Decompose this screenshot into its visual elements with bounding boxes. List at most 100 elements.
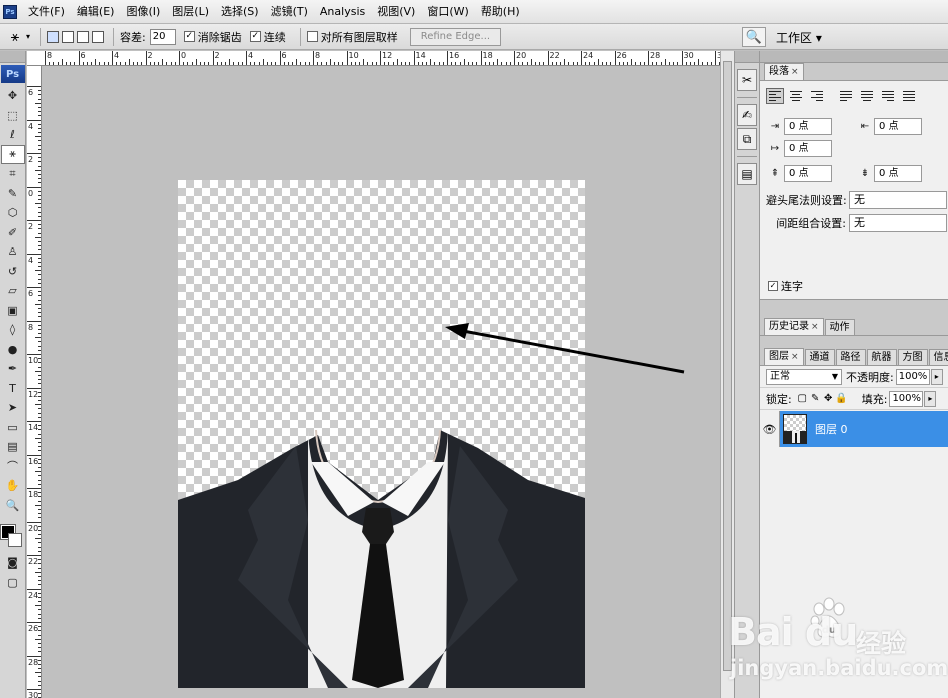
- panel-grip[interactable]: [760, 51, 948, 63]
- fill-slider-button[interactable]: ▸: [924, 390, 937, 407]
- magic-wand-tool-icon[interactable]: ⚹: [0, 144, 25, 164]
- align-center-button[interactable]: [787, 88, 805, 104]
- character-panel-icon[interactable]: ▤: [737, 163, 757, 185]
- crop-tool-icon[interactable]: ⌗: [1, 164, 25, 184]
- tab-channels[interactable]: 通道: [804, 349, 835, 365]
- lasso-tool-icon[interactable]: ℓ: [1, 125, 25, 145]
- clone-stamp-icon[interactable]: ♙: [1, 242, 25, 262]
- align-right-button[interactable]: [808, 88, 826, 104]
- hand-tool-icon[interactable]: ✋: [1, 476, 25, 496]
- kinsoku-select[interactable]: 无: [849, 191, 947, 209]
- vertical-ruler[interactable]: 6 4 2 0 2 4 6 8 10 12 14 16 18 20 22 24 26 28 30: [27, 66, 42, 698]
- brush-tool-icon[interactable]: ✐: [1, 223, 25, 243]
- bridge-icon[interactable]: 🔍: [742, 27, 766, 47]
- history-brush-icon[interactable]: ↺: [1, 262, 25, 282]
- justify-center-button[interactable]: [858, 88, 876, 104]
- panel-grip[interactable]: [0, 51, 25, 63]
- menu-item[interactable]: 编辑(E): [71, 0, 121, 24]
- align-left-button[interactable]: [766, 88, 784, 104]
- close-icon[interactable]: ×: [811, 322, 819, 332]
- canvas-workspace[interactable]: [43, 66, 720, 698]
- brushes-icon[interactable]: ✍: [737, 104, 757, 126]
- horizontal-ruler[interactable]: 864202468101214161820222426283032: [27, 51, 720, 66]
- shape-tool-icon[interactable]: ▭: [1, 418, 25, 438]
- menu-item[interactable]: Analysis: [314, 0, 371, 24]
- color-swatches[interactable]: [0, 515, 25, 553]
- mojikumi-select[interactable]: 无: [849, 214, 947, 232]
- tool-presets-icon[interactable]: ✂: [737, 69, 757, 91]
- eye-icon[interactable]: 👁: [760, 411, 780, 447]
- tolerance-input[interactable]: 20: [149, 28, 176, 45]
- dodge-tool-icon[interactable]: ●: [1, 340, 25, 360]
- scrollbar-thumb[interactable]: [723, 61, 732, 671]
- quick-mask-icon[interactable]: ◙: [1, 553, 25, 573]
- layer-name[interactable]: 图层 0: [815, 421, 848, 437]
- hyphenate-checkbox[interactable]: ✓ 连字: [768, 278, 803, 294]
- eyedropper-3d-icon[interactable]: ⌒: [1, 457, 25, 477]
- lock-pixels-icon[interactable]: ✎: [809, 393, 822, 404]
- magic-wand-tool-preset-icon[interactable]: ⚹: [4, 27, 26, 47]
- contiguous-checkbox[interactable]: ✓ 连续: [249, 29, 286, 45]
- tab-paragraph[interactable]: 段落 ×: [764, 63, 804, 80]
- preset-dropdown-icon[interactable]: ▾: [26, 32, 30, 41]
- document-canvas[interactable]: [178, 180, 585, 688]
- screen-mode-icon[interactable]: ▢: [1, 573, 25, 593]
- path-selection-icon[interactable]: ➤: [1, 398, 25, 418]
- dock-grip[interactable]: [735, 51, 759, 63]
- background-color[interactable]: [8, 533, 22, 547]
- gradient-tool-icon[interactable]: ▣: [1, 301, 25, 321]
- menu-item[interactable]: 文件(F): [22, 0, 71, 24]
- zoom-tool-icon[interactable]: 🔍: [1, 496, 25, 516]
- menu-item[interactable]: 滤镜(T): [265, 0, 314, 24]
- refine-edge-button[interactable]: Refine Edge...: [409, 27, 502, 46]
- menu-item[interactable]: 选择(S): [215, 0, 265, 24]
- sample-all-layers-checkbox[interactable]: 对所有图层取样: [306, 29, 398, 45]
- vertical-scrollbar[interactable]: [720, 51, 734, 698]
- menu-item[interactable]: 图层(L): [166, 0, 215, 24]
- add-selection-mode-button[interactable]: [62, 30, 75, 43]
- menu-item[interactable]: 视图(V): [371, 0, 421, 24]
- notes-tool-icon[interactable]: ▤: [1, 437, 25, 457]
- new-selection-mode-button[interactable]: [47, 30, 60, 43]
- clone-source-icon[interactable]: ⧉: [737, 128, 757, 150]
- justify-left-button[interactable]: [837, 88, 855, 104]
- lock-all-icon[interactable]: 🔒: [835, 393, 848, 404]
- fill-input[interactable]: 100%: [889, 390, 924, 407]
- indent-right-input[interactable]: 0 点: [874, 118, 922, 135]
- tab-history[interactable]: 历史记录 ×: [764, 318, 824, 335]
- close-icon[interactable]: ×: [791, 352, 799, 362]
- blend-mode-select[interactable]: 正常 ▼: [766, 368, 842, 385]
- subtract-selection-mode-button[interactable]: [77, 30, 90, 43]
- anti-alias-checkbox[interactable]: ✓ 消除锯齿: [183, 29, 242, 45]
- indent-first-input[interactable]: 0 点: [784, 140, 832, 157]
- healing-brush-icon[interactable]: ⬡: [1, 203, 25, 223]
- close-icon[interactable]: ×: [791, 67, 799, 77]
- justify-right-button[interactable]: [879, 88, 897, 104]
- layer-row[interactable]: 👁 图层 0: [760, 411, 948, 447]
- tab-layers[interactable]: 图层 ×: [764, 348, 804, 365]
- opacity-slider-button[interactable]: ▸: [930, 368, 943, 385]
- tab-actions[interactable]: 动作: [824, 319, 855, 335]
- workspace-button[interactable]: 工作区 ▾: [776, 29, 822, 46]
- space-before-input[interactable]: 0 点: [784, 165, 832, 182]
- lock-position-icon[interactable]: ✥: [822, 393, 835, 404]
- space-after-input[interactable]: 0 点: [874, 165, 922, 182]
- tab-histogram[interactable]: 方图: [897, 349, 928, 365]
- pen-tool-icon[interactable]: ✒: [1, 359, 25, 379]
- tab-navigator[interactable]: 航器: [866, 349, 897, 365]
- eraser-tool-icon[interactable]: ▱: [1, 281, 25, 301]
- marquee-tool-icon[interactable]: ⬚: [1, 106, 25, 126]
- intersect-selection-mode-button[interactable]: [92, 30, 105, 43]
- indent-left-input[interactable]: 0 点: [784, 118, 832, 135]
- tab-info[interactable]: 信息: [928, 349, 948, 365]
- tab-paths[interactable]: 路径: [835, 349, 866, 365]
- move-tool-icon[interactable]: ✥: [1, 86, 25, 106]
- justify-all-button[interactable]: [900, 88, 918, 104]
- eyedropper-tool-icon[interactable]: ✎: [1, 184, 25, 204]
- menu-item[interactable]: 帮助(H): [475, 0, 526, 24]
- type-tool-icon[interactable]: T: [1, 379, 25, 399]
- lock-transparency-icon[interactable]: ▢: [796, 393, 809, 404]
- opacity-input[interactable]: 100%: [895, 368, 930, 385]
- blur-tool-icon[interactable]: ◊: [1, 320, 25, 340]
- menu-item[interactable]: 图像(I): [120, 0, 166, 24]
